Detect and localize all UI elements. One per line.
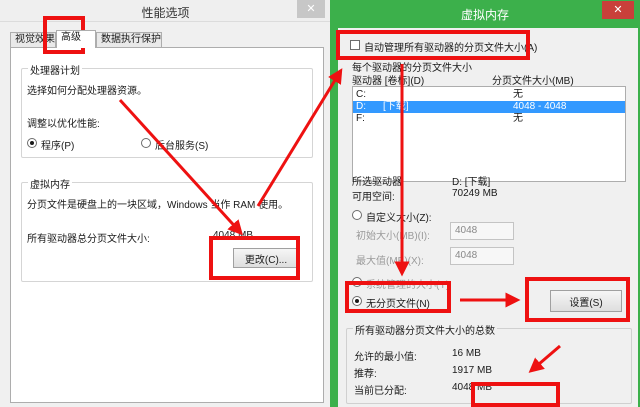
window-title: 虚拟内存 [460,8,509,22]
initial-size-label: 初始大小(MB)(I): [356,231,430,242]
col-drive-header: 驱动器 [卷标](D) [352,76,425,87]
recommended-value: 1917 MB [452,365,493,376]
drive-size: 无 [513,89,523,100]
programs-label: 程序(P) [41,141,75,152]
highlight-auto-manage [336,30,530,60]
highlight-no-paging-file [345,281,451,313]
highlight-change-button [209,236,300,280]
drive-row[interactable]: F: 无 [353,113,625,125]
custom-size-radio[interactable] [352,210,362,220]
cpu-desc: 选择如何分配处理器资源。 [27,86,147,97]
min-allowed-label: 允许的最小值: [354,352,417,363]
programs-radio[interactable] [27,138,37,148]
close-icon[interactable]: ✕ [297,0,325,18]
drive-letter: C: [356,89,366,100]
group-legend: 虚拟内存 [28,176,72,191]
group-legend: 处理器计划 [28,62,82,77]
dialog-body: 自动管理所有驱动器的分页文件大小(A) 每个驱动器的分页文件大小 驱动器 [卷标… [338,28,638,407]
max-size-input[interactable]: 4048 [450,247,514,265]
free-space-value: 70249 MB [452,188,498,199]
selected-drive-value: D: [下载] [452,177,491,188]
tab-dep[interactable]: 数据执行保护 [96,32,162,48]
max-size-label: 最大值(MB)(X): [356,256,424,267]
vm-desc: 分页文件是硬盘上的一块区域，Windows 当作 RAM 使用。 [27,200,289,211]
drive-size: 4048 - 4048 [513,101,567,112]
min-allowed-value: 16 MB [452,348,481,359]
drive-row[interactable]: C: 无 [353,89,625,101]
drive-row-selected[interactable]: D: [下载] 4048 - 4048 [353,101,625,113]
vm-total-label: 所有驱动器总分页文件大小: [27,234,150,245]
services-label: 后台服务(S) [155,141,209,152]
optimize-label: 调整以优化性能: [27,119,100,130]
free-space-label: 可用空间: [352,192,395,203]
title-bar: 虚拟内存 ✕ [330,0,640,26]
drive-label: [下载] [383,101,409,112]
col-size-header: 分页文件大小(MB) [492,76,574,87]
close-icon[interactable]: ✕ [602,1,634,19]
drive-letter: F: [356,113,365,124]
performance-options-window: 性能选项 ✕ 视觉效果 高级 数据执行保护 处理器计划 选择如何分配处理器资源。… [0,0,332,407]
drive-list[interactable]: C: 无 D: [下载] 4048 - 4048 F: 无 [352,86,626,182]
custom-size-label: 自定义大小(Z): [366,213,432,224]
tab-advanced[interactable]: 高级 [56,30,96,48]
virtual-memory-window: 虚拟内存 ✕ 自动管理所有驱动器的分页文件大小(A) 每个驱动器的分页文件大小 … [330,0,640,407]
recommended-label: 推荐: [354,369,377,380]
highlight-set-button [525,277,630,322]
initial-size-input[interactable]: 4048 [450,222,514,240]
drive-letter: D: [356,101,366,112]
highlight-ok-button [471,382,560,407]
selected-drive-label: 所选驱动器 [352,177,402,188]
advanced-panel: 处理器计划 选择如何分配处理器资源。 调整以优化性能: 程序(P) 后台服务(S… [10,47,324,403]
group-legend: 所有驱动器分页文件大小的总数 [353,322,497,337]
services-radio[interactable] [141,138,151,148]
allocated-label: 当前已分配: [354,386,407,397]
drive-size: 无 [513,113,523,124]
